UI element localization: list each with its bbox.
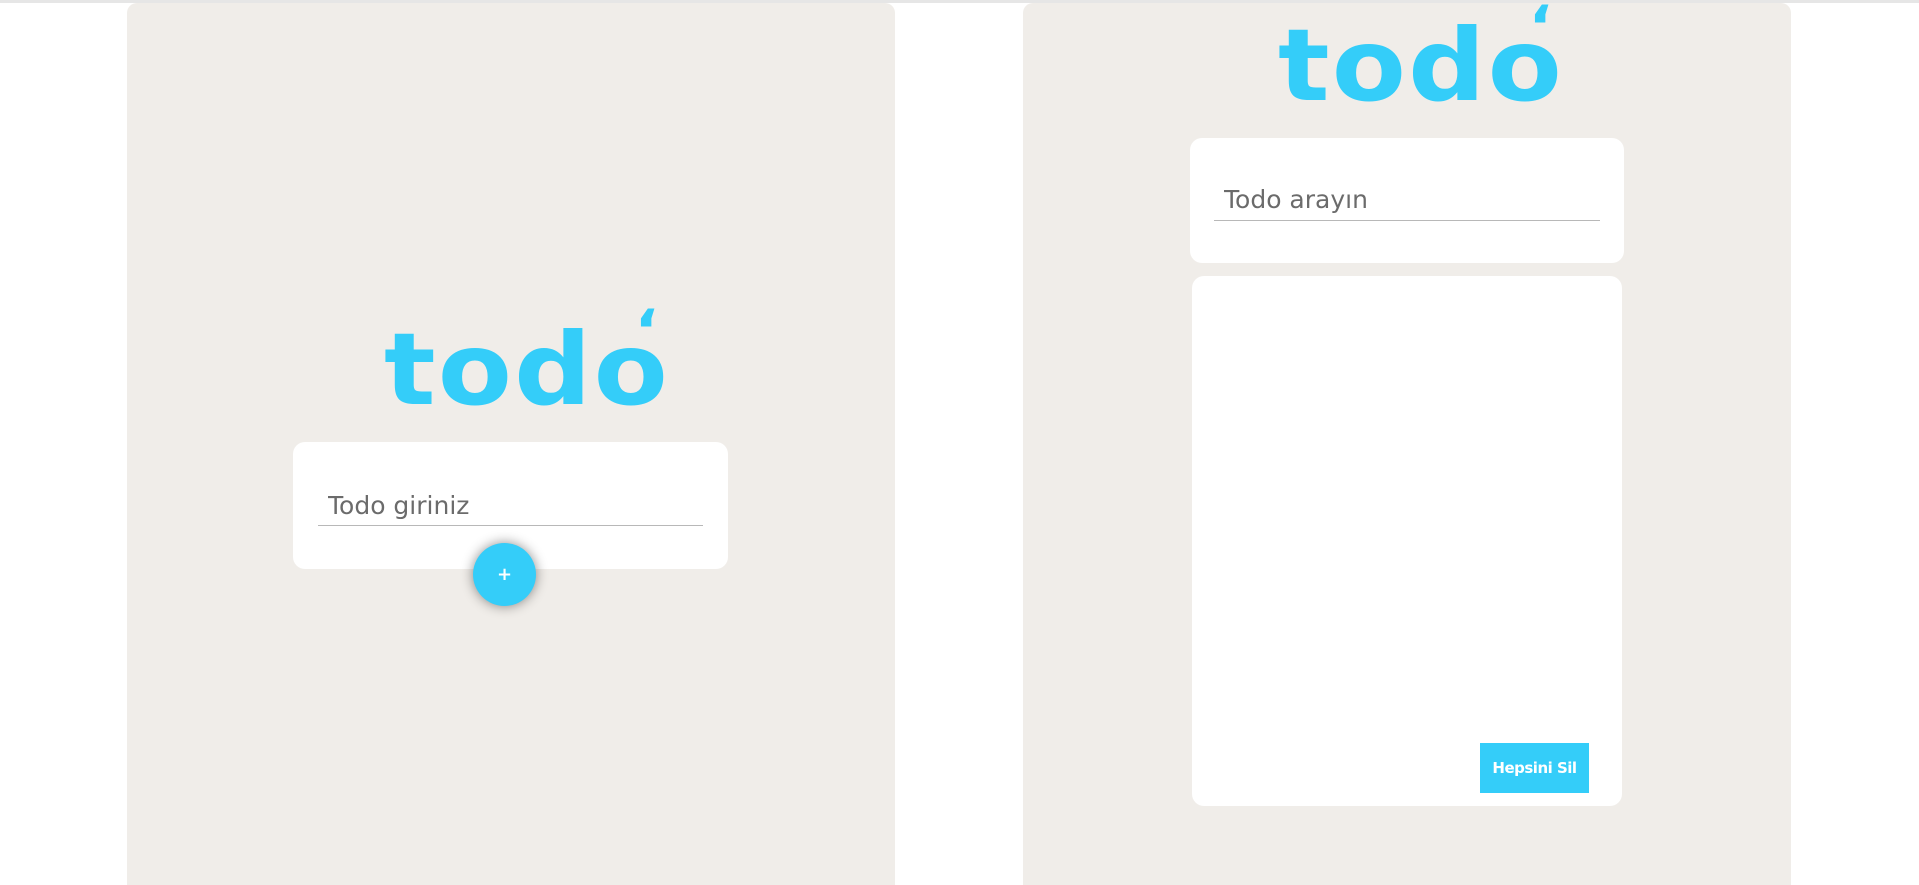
clear-all-button[interactable]: Hepsini Sil — [1480, 743, 1589, 793]
logo-text: todo — [384, 311, 670, 428]
logo-text: todo — [1278, 7, 1564, 124]
app-logo-secondary: todo ‘ — [1278, 0, 1564, 124]
todo-input[interactable] — [318, 488, 703, 526]
add-todo-button[interactable]: + — [473, 543, 536, 606]
search-input[interactable] — [1214, 181, 1600, 221]
app-logo: todo ‘ — [384, 302, 670, 428]
logo-mark: ‘ — [634, 297, 661, 365]
logo-mark: ‘ — [1528, 0, 1555, 61]
todo-list — [1192, 276, 1622, 806]
plus-icon: + — [496, 564, 513, 585]
